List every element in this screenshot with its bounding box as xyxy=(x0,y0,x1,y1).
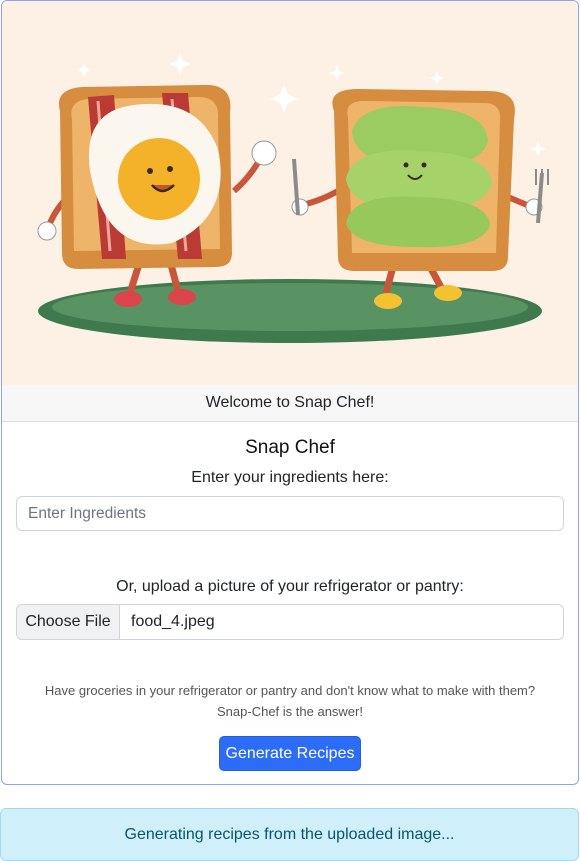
upload-label: Or, upload a picture of your refrigerato… xyxy=(116,578,464,595)
hero-illustration xyxy=(2,1,578,385)
description: Have groceries in your refrigerator or p… xyxy=(2,680,578,722)
file-upload-input[interactable]: Choose File food_4.jpeg xyxy=(16,604,564,640)
ingredients-label: Enter your ingredients here: xyxy=(191,469,389,486)
avocado-toast-character xyxy=(291,89,549,309)
selected-file-name: food_4.jpeg xyxy=(131,613,215,630)
status-alert: Generating recipes from the uploaded ima… xyxy=(0,808,579,861)
description-line-2: Snap-Chef is the answer! xyxy=(217,704,363,719)
description-line-1: Have groceries in your refrigerator or p… xyxy=(44,683,536,698)
bacon-egg-toast-character xyxy=(37,84,277,307)
app-title: Snap Chef xyxy=(245,437,335,458)
generate-recipes-button[interactable]: Generate Recipes xyxy=(219,736,361,771)
card-header: Welcome to Snap Chef! xyxy=(2,385,578,422)
ingredients-input[interactable] xyxy=(16,496,564,531)
choose-file-button[interactable]: Choose File xyxy=(17,605,120,639)
main-card: Welcome to Snap Chef! Snap Chef Enter yo… xyxy=(1,0,579,785)
